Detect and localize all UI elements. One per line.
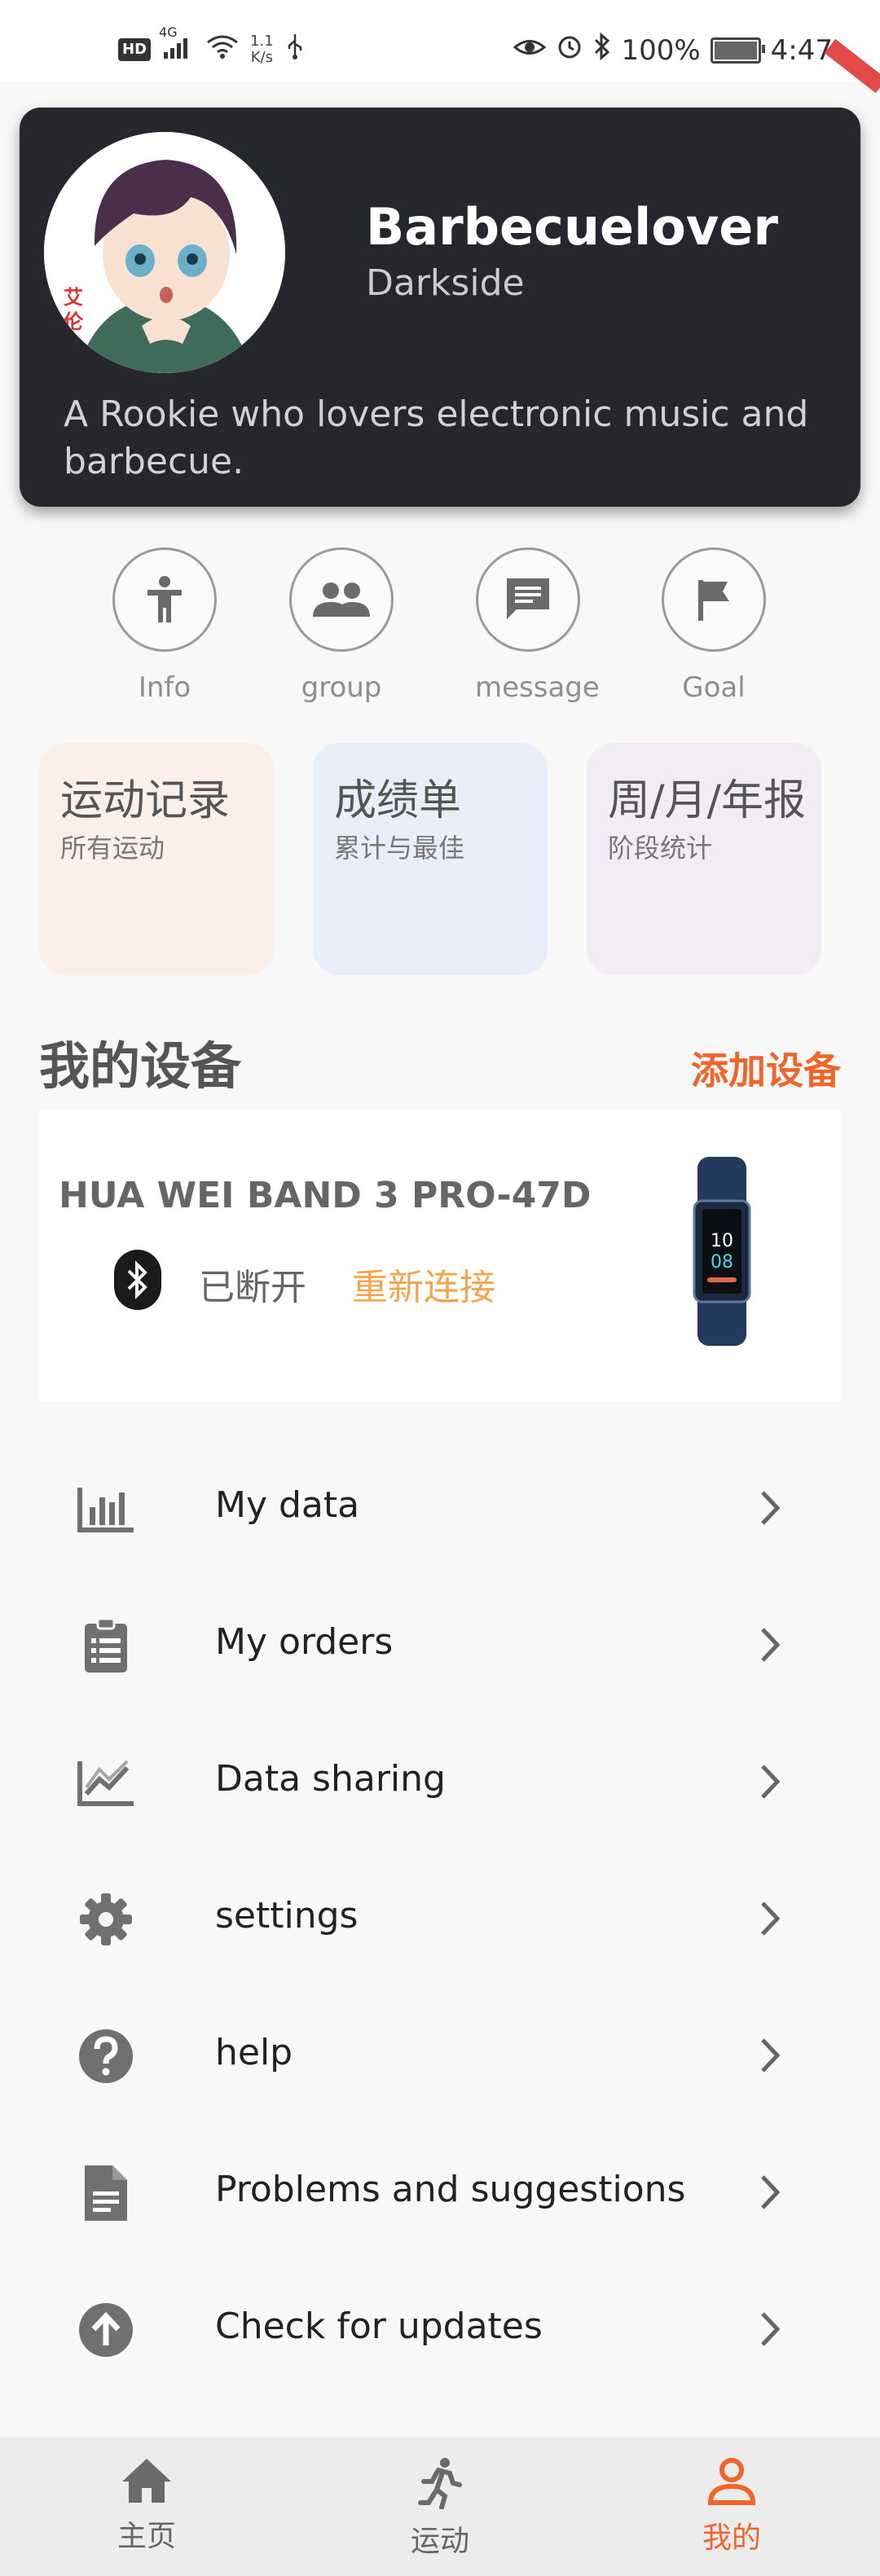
menu-label: Data sharing [215,1758,446,1800]
quick-action-label: Goal [682,671,746,704]
help-icon [75,2027,137,2086]
chevron-right-icon [761,1628,781,1662]
quick-action-message[interactable]: message [475,547,600,704]
menu-label: help [215,2032,293,2073]
card-exercise-records[interactable]: 运动记录 所有运动 [39,743,274,975]
menu-item-problems-suggestions[interactable]: Problems and suggestions [0,2125,880,2262]
quick-action-goal[interactable]: Goal [661,547,767,704]
device-name: HUA WEI BAND 3 PRO-47D [59,1175,592,1216]
menu-item-my-orders[interactable]: My orders [0,1577,880,1714]
battery-percent: 100% [621,33,701,67]
home-icon [122,2459,171,2503]
menu-item-data-sharing[interactable]: Data sharing [0,1714,880,1851]
menu-label: My data [215,1484,360,1526]
band-time-top: 10 [711,1231,733,1251]
bluetooth-status-icon [593,32,611,68]
bar-chart-icon [75,1479,137,1538]
devices-section-title: 我的设备 [39,1036,242,1096]
net-speed-value: 1.1 [250,33,274,50]
card-subtitle: 阶段统计 [608,833,713,864]
band-time-bottom: 08 [711,1252,733,1273]
menu-item-check-updates[interactable]: Check for updates [0,2262,880,2398]
quick-action-group[interactable]: group [288,547,394,704]
clipboard-icon [75,1616,137,1675]
usb-icon [285,33,305,67]
bluetooth-icon [114,1250,161,1310]
status-bar: HD 4G 1.1 K/s 100% 4:47 [0,0,880,94]
quick-action-label: message [475,671,600,704]
document-icon [75,2164,137,2222]
battery-icon [710,37,765,64]
menu-label: Check for updates [215,2306,543,2347]
hd-badge: HD [118,38,152,61]
menu-label: Problems and suggestions [215,2169,686,2210]
profile-card[interactable]: 艾伦 Barbecuelover Darkside A Rookie who l… [20,108,860,507]
card-subtitle: 所有运动 [60,833,165,864]
network-type: 4G [159,24,178,40]
menu-label: settings [215,1895,359,1936]
upload-icon [75,2301,137,2359]
run-icon [418,2458,462,2510]
band-image: 10 08 [691,1157,753,1346]
status-left: HD 4G 1.1 K/s [118,24,305,67]
device-card[interactable]: HUA WEI BAND 3 PRO-47D 已断开 重新连接 10 08 [39,1110,841,1401]
avatar-text: 艾伦 [64,286,83,333]
bottom-nav: 主页 运动 我的 [0,2438,880,2576]
profile-name: Barbecuelover [366,197,778,257]
card-title: 成绩单 [334,776,462,825]
nav-mine[interactable]: 我的 [667,2457,797,2556]
net-speed-unit: K/s [250,49,273,66]
card-title: 周/月/年报 [608,776,807,825]
device-status: 已断开 [199,1267,306,1308]
gear-icon [75,1890,137,1949]
alarm-icon [556,33,583,68]
flag-icon [662,547,766,652]
nav-home[interactable]: 主页 [81,2457,212,2555]
add-device-button[interactable]: 添加设备 [691,1041,841,1095]
avatar-illustration [44,132,285,373]
profile-bio: A Rookie who lovers electronic music and… [64,393,809,482]
reconnect-button[interactable]: 重新连接 [352,1258,495,1310]
profile-subtitle: Darkside [366,262,525,304]
quick-action-label: Info [138,671,191,704]
nav-label: 运动 [410,2525,469,2558]
chevron-right-icon [761,1491,781,1525]
menu-item-help[interactable]: help [0,1988,880,2125]
card-title: 运动记录 [60,776,231,825]
card-report-card[interactable]: 成绩单 累计与最佳 [313,743,548,975]
card-periodic-report[interactable]: 周/月/年报 阶段统计 [587,743,821,975]
message-icon [476,547,580,652]
chevron-right-icon [761,2038,781,2073]
avatar[interactable]: 艾伦 [44,132,285,373]
signal-icon: 4G [159,24,195,64]
nav-label: 主页 [117,2520,176,2553]
group-icon [289,547,394,652]
chevron-right-icon [761,2312,781,2346]
menu-item-settings[interactable]: settings [0,1851,880,1988]
wifi-icon [206,34,239,65]
chevron-right-icon [761,1901,781,1936]
quick-action-info[interactable]: Info [112,547,218,704]
menu-label: My orders [215,1621,394,1663]
menu-item-my-data[interactable]: My data [0,1440,880,1577]
profile-icon [707,2458,756,2505]
clock: 4:47 [770,33,833,67]
nav-label: 我的 [702,2521,761,2555]
eye-icon [513,34,547,67]
chevron-right-icon [761,1765,781,1799]
chevron-right-icon [761,2175,781,2209]
trending-icon [75,1753,137,1812]
status-right: 100% 4:47 [513,32,833,68]
card-subtitle: 累计与最佳 [334,833,465,864]
net-speed: 1.1 K/s [250,33,274,66]
person-icon [112,547,217,652]
nav-sport[interactable]: 运动 [375,2457,505,2560]
quick-action-label: group [301,671,382,704]
